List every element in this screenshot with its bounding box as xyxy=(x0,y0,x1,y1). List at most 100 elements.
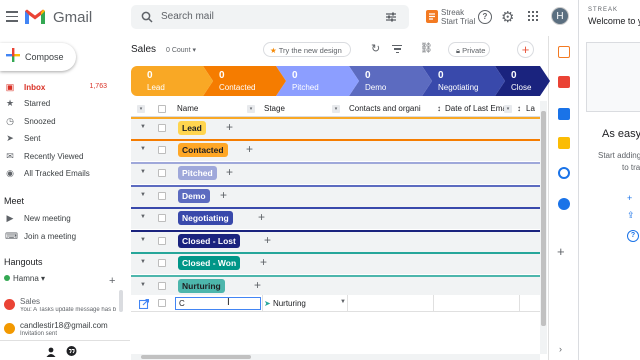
help-icon[interactable]: ? xyxy=(478,10,492,24)
group-label[interactable]: Demo xyxy=(178,189,210,203)
add-hangout-icon[interactable]: + xyxy=(109,275,115,287)
meet-item-join-a-meeting[interactable]: ⌨ Join a meeting xyxy=(0,229,125,245)
group-label[interactable]: Closed - Lost xyxy=(178,234,240,248)
count-dropdown[interactable]: 0 Count ▾ xyxy=(166,46,196,54)
group-label[interactable]: Contacted xyxy=(178,143,228,157)
streak-trial-button[interactable]: Streak Start Trial xyxy=(441,8,475,26)
sidebar-item-snoozed[interactable]: ◷ Snoozed xyxy=(0,114,125,130)
add-box-to-stage-icon[interactable]: + xyxy=(220,188,227,202)
search-bar[interactable]: Search mail xyxy=(131,5,409,29)
keep-icon[interactable] xyxy=(558,137,570,149)
group-checkbox[interactable] xyxy=(158,169,166,177)
group-checkbox[interactable] xyxy=(158,214,166,222)
box-name-input[interactable] xyxy=(175,297,261,310)
group-checkbox[interactable] xyxy=(158,237,166,245)
collapse-caret-icon[interactable]: ▼ xyxy=(140,169,146,175)
stage-contacted[interactable]: 0 Contacted xyxy=(203,66,286,96)
refresh-icon[interactable]: ↻ xyxy=(371,42,380,55)
stage-lead[interactable]: 0 Lead xyxy=(131,66,213,96)
row-checkbox[interactable] xyxy=(158,299,166,307)
column-header-stage[interactable]: Stage xyxy=(264,104,285,113)
group-checkbox[interactable] xyxy=(158,282,166,290)
sidebar-item-all-tracked-emails[interactable]: ◉ All Tracked Emails xyxy=(0,166,125,182)
column-menu-icon[interactable]: ▾ xyxy=(332,105,340,113)
column-header-contacts[interactable]: Contacts and organi xyxy=(349,104,433,113)
add-box-to-stage-icon[interactable]: + xyxy=(246,142,253,156)
private-button[interactable]: 🔒︎ Private xyxy=(448,42,490,57)
gmail-logo[interactable] xyxy=(24,8,46,25)
group-row-closed-won[interactable]: ▼ Closed - Won + xyxy=(131,252,540,274)
left-scrollbar[interactable] xyxy=(119,290,123,312)
collapse-caret-icon[interactable]: ▼ xyxy=(140,146,146,152)
import-icon[interactable]: ⇪ xyxy=(627,210,635,221)
group-row-contacted[interactable]: ▼ Contacted + xyxy=(131,139,540,161)
pipeline-name[interactable]: Sales xyxy=(131,44,156,55)
column-menu-icon[interactable]: ▾ xyxy=(247,105,255,113)
collapse-panel-icon[interactable]: › xyxy=(559,344,562,354)
vertical-scrollbar[interactable] xyxy=(540,101,547,354)
collapse-caret-icon[interactable]: ▼ xyxy=(140,192,146,198)
try-new-design-button[interactable]: ★ Try the new design xyxy=(263,42,351,57)
stage-dropdown-icon[interactable]: ▼ xyxy=(340,299,346,305)
contacts-icon[interactable] xyxy=(558,198,570,210)
tasks-icon[interactable] xyxy=(558,167,570,179)
column-header-name[interactable]: Name xyxy=(177,104,198,113)
add-box-to-stage-icon[interactable]: + xyxy=(260,255,267,269)
sort-icon[interactable]: ↕ xyxy=(517,104,521,113)
stage-negotiating[interactable]: 0 Negotiating xyxy=(422,66,505,96)
collapse-caret-icon[interactable]: ▼ xyxy=(140,259,146,265)
group-row-negotiating[interactable]: ▼ Negotiating + xyxy=(131,207,540,229)
select-all-checkbox[interactable] xyxy=(158,105,166,113)
group-checkbox[interactable] xyxy=(158,192,166,200)
stage-select[interactable]: ➤ Nurturing xyxy=(264,299,306,308)
person-icon[interactable] xyxy=(46,347,56,357)
group-label[interactable]: Pitched xyxy=(178,166,217,180)
sidebar-item-sent[interactable]: ➤ Sent xyxy=(0,131,125,147)
collapse-caret-icon[interactable]: ▼ xyxy=(140,124,146,130)
add-box-to-stage-icon[interactable]: + xyxy=(226,165,233,179)
add-box-to-stage-icon[interactable]: + xyxy=(226,120,233,134)
sort-icon[interactable]: ↕ xyxy=(437,104,441,113)
group-checkbox[interactable] xyxy=(158,146,166,154)
compose-button[interactable]: Compose xyxy=(0,43,76,71)
group-label[interactable]: Lead xyxy=(178,121,206,135)
search-options-icon[interactable] xyxy=(385,11,397,23)
stage-demo[interactable]: 0 Demo xyxy=(349,66,432,96)
group-checkbox[interactable] xyxy=(158,124,166,132)
sidebar-item-recently-viewed[interactable]: ✉ Recently Viewed xyxy=(0,149,125,165)
meet-item-new-meeting[interactable]: ▶ New meeting xyxy=(0,211,125,227)
gear-icon[interactable]: ⚙ xyxy=(501,8,514,26)
search-icon[interactable] xyxy=(141,11,153,23)
filter-icon[interactable] xyxy=(392,45,402,55)
column-header-last[interactable]: La xyxy=(526,104,535,113)
column-menu-icon[interactable]: ▾ xyxy=(504,105,512,113)
group-label[interactable]: Closed - Won xyxy=(178,256,241,270)
add-box-to-stage-icon[interactable]: + xyxy=(258,210,265,224)
apps-grid-icon[interactable] xyxy=(528,11,540,23)
add-box-button[interactable]: + xyxy=(517,41,534,58)
stage-pitched[interactable]: 0 Pitched xyxy=(276,66,359,96)
open-box-icon[interactable] xyxy=(139,299,149,309)
hangouts-icon[interactable] xyxy=(66,346,77,357)
sidebar-item-starred[interactable]: ★ Starred xyxy=(0,96,125,112)
horizontal-scrollbar[interactable] xyxy=(131,354,540,360)
hangouts-user[interactable]: Hamna ▾ xyxy=(4,274,45,283)
group-row-pitched[interactable]: ▼ Pitched + xyxy=(131,162,540,184)
help-icon[interactable]: ? xyxy=(627,230,639,242)
group-row-demo[interactable]: ▼ Demo + xyxy=(131,185,540,207)
tasks-board-icon[interactable] xyxy=(558,108,570,120)
streak-logo-icon[interactable] xyxy=(426,10,438,23)
account-avatar[interactable]: H xyxy=(551,7,569,25)
main-menu-icon[interactable] xyxy=(6,11,18,23)
group-label[interactable]: Negotiating xyxy=(178,211,233,225)
collapse-caret-icon[interactable]: ▼ xyxy=(140,237,146,243)
group-row-nurturing[interactable]: ▼ Nurturing + xyxy=(131,275,540,297)
calendar-icon[interactable] xyxy=(558,76,570,88)
link-icon[interactable]: ⛓ xyxy=(420,43,433,54)
group-checkbox[interactable] xyxy=(158,259,166,267)
header-menu-icon[interactable]: ▾ xyxy=(137,105,145,113)
group-row-lead[interactable]: ▼ Lead + xyxy=(131,117,540,139)
add-icon[interactable]: + xyxy=(627,193,632,203)
add-box-to-stage-icon[interactable]: + xyxy=(254,278,261,292)
collapse-caret-icon[interactable]: ▼ xyxy=(140,214,146,220)
